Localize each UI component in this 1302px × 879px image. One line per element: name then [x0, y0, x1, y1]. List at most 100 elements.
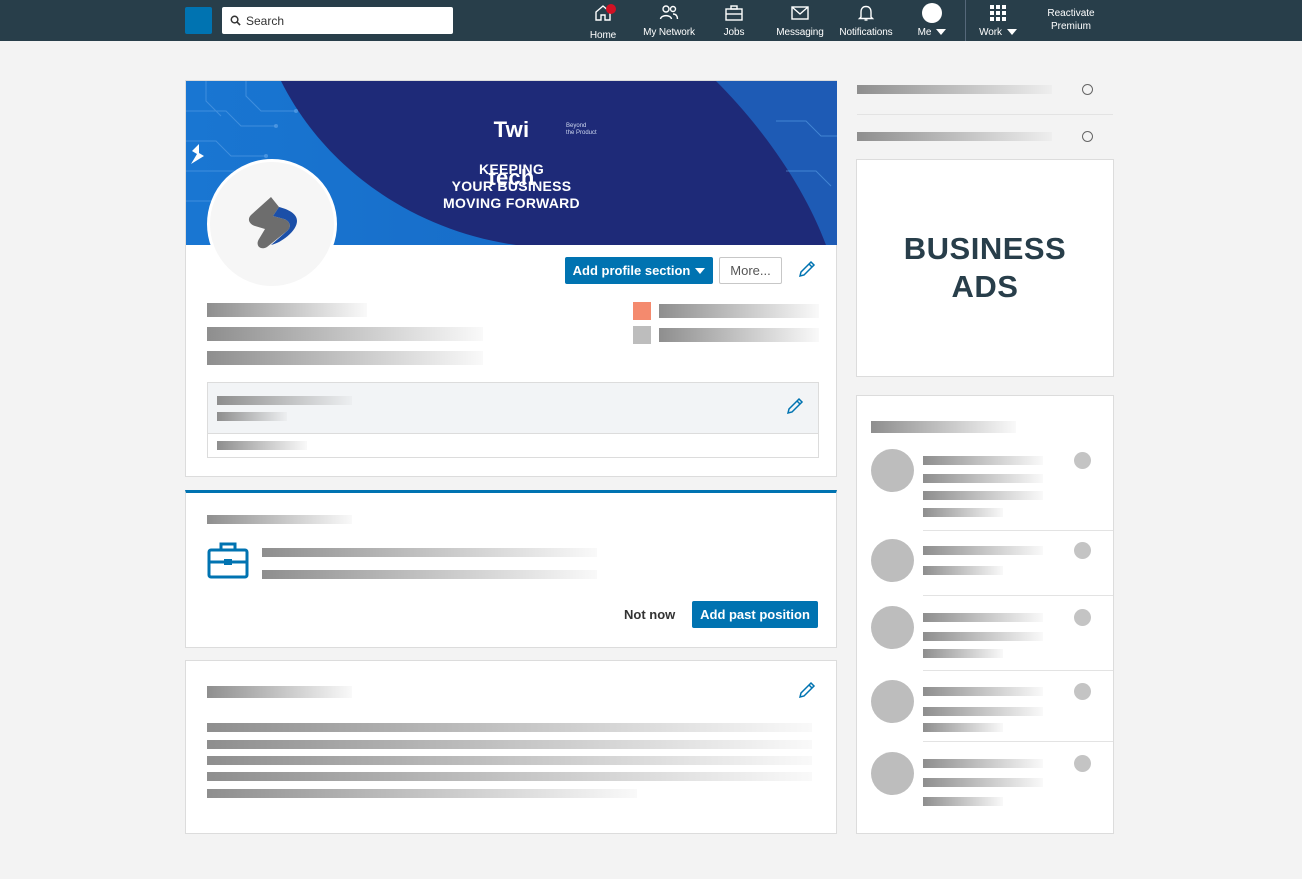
avatar[interactable] [871, 449, 914, 492]
avatar[interactable] [871, 606, 914, 649]
add-connection-button[interactable] [1074, 542, 1091, 559]
divider [857, 114, 1113, 115]
business-ads-card[interactable]: BUSINESS ADS [856, 159, 1114, 377]
add-connection-button[interactable] [1074, 452, 1091, 469]
add-profile-section-button[interactable]: Add profile section [565, 257, 713, 284]
nav-messaging-label: Messaging [776, 27, 824, 38]
edit-pencil-icon[interactable] [797, 259, 817, 279]
placeholder-line [217, 412, 287, 421]
more-label: More... [730, 263, 771, 278]
placeholder-line [262, 570, 597, 579]
nav-work[interactable]: Work [975, 3, 1021, 39]
profile-card: Twi tech Beyond the Product KEEPING YOUR… [185, 80, 837, 477]
chevron-down-icon [1006, 29, 1017, 36]
radio-circle[interactable] [1082, 131, 1093, 142]
placeholder-line [923, 474, 1043, 483]
nav-my-network-label: My Network [643, 27, 695, 38]
nav-work-label: Work [979, 27, 1002, 38]
edit-pencil-icon[interactable] [797, 680, 817, 700]
placeholder-school [659, 328, 819, 342]
ads-line2: ADS [951, 269, 1019, 304]
avatar[interactable] [871, 539, 914, 582]
placeholder-line [923, 456, 1043, 465]
profile-highlight-box [207, 382, 819, 458]
premium-line2: Premium [1050, 21, 1091, 32]
nav-home-label: Home [589, 30, 617, 41]
tagline-line2: the Product [566, 130, 597, 136]
add-past-position-button[interactable]: Add past position [692, 601, 818, 628]
avatar[interactable] [871, 680, 914, 723]
add-profile-section-label: Add profile section [572, 263, 691, 278]
placeholder-line [207, 772, 812, 781]
tagline-line1: Beyond [566, 123, 587, 129]
placeholder-name [207, 303, 367, 317]
placeholder-line [217, 441, 307, 450]
briefcase-icon [207, 542, 249, 579]
edit-pencil-icon[interactable] [785, 396, 805, 416]
placeholder-line [207, 740, 812, 749]
avatar[interactable] [871, 752, 914, 795]
placeholder-title [207, 515, 352, 524]
company-logo-icon [248, 197, 297, 249]
bell-icon [857, 5, 875, 21]
company-square-icon [633, 302, 651, 320]
placeholder-line [262, 548, 597, 557]
placeholder-line [923, 707, 1043, 716]
placeholder-line [207, 723, 812, 732]
ads-text: BUSINESS ADS [857, 230, 1113, 306]
placeholder-line [857, 85, 1052, 94]
placeholder-line [923, 613, 1043, 622]
placeholder-line [217, 396, 352, 405]
nav-home[interactable]: Home [588, 3, 618, 41]
placeholder-line [923, 687, 1043, 696]
ads-line1: BUSINESS [903, 231, 1067, 266]
reactivate-premium-link[interactable]: Reactivate Premium [1041, 7, 1101, 33]
add-connection-button[interactable] [1074, 683, 1091, 700]
profile-photo[interactable] [207, 159, 337, 289]
nav-notifications[interactable]: Notifications [836, 3, 896, 39]
placeholder-headline [207, 327, 483, 341]
add-connection-button[interactable] [1074, 609, 1091, 626]
placeholder-line [923, 566, 1003, 575]
chevron-down-icon [695, 267, 706, 274]
placeholder-line [923, 797, 1003, 806]
placeholder-line [857, 132, 1052, 141]
placeholder-line [923, 546, 1043, 555]
search-input[interactable] [246, 13, 436, 28]
placeholder-company [659, 304, 819, 318]
add-past-position-label: Add past position [700, 607, 810, 622]
placeholder-title [207, 686, 352, 698]
avatar-icon [922, 3, 942, 23]
divider [923, 741, 1113, 742]
placeholder-line [923, 759, 1043, 768]
placeholder-line [923, 491, 1043, 500]
more-button[interactable]: More... [719, 257, 782, 284]
nav-jobs-label: Jobs [723, 27, 745, 38]
search-box[interactable] [222, 7, 453, 34]
divider [923, 595, 1113, 596]
nav-notifications-label: Notifications [839, 27, 893, 38]
radio-circle[interactable] [1082, 84, 1093, 95]
linkedin-logo[interactable] [185, 7, 212, 34]
placeholder-location [207, 351, 483, 365]
experience-prompt-card: Not now Add past position [185, 490, 837, 648]
premium-line1: Reactivate [1047, 8, 1095, 19]
nav-my-network[interactable]: My Network [640, 3, 698, 39]
nav-messaging[interactable]: Messaging [774, 3, 826, 39]
company-name-left: Twi [493, 117, 530, 142]
add-connection-button[interactable] [1074, 755, 1091, 772]
divider [923, 530, 1113, 531]
nav-jobs[interactable]: Jobs [718, 3, 750, 39]
nav-divider [965, 0, 966, 41]
nav-me[interactable]: Me [912, 3, 952, 39]
envelope-icon [791, 6, 809, 20]
placeholder-line [923, 723, 1003, 732]
company-tagline: Beyond the Product [566, 123, 597, 137]
divider [923, 670, 1113, 671]
search-icon [230, 15, 241, 26]
people-icon [659, 5, 679, 20]
briefcase-icon [725, 5, 743, 21]
not-now-button[interactable]: Not now [624, 607, 675, 622]
school-square-icon [633, 326, 651, 344]
suggestions-card [856, 395, 1114, 834]
